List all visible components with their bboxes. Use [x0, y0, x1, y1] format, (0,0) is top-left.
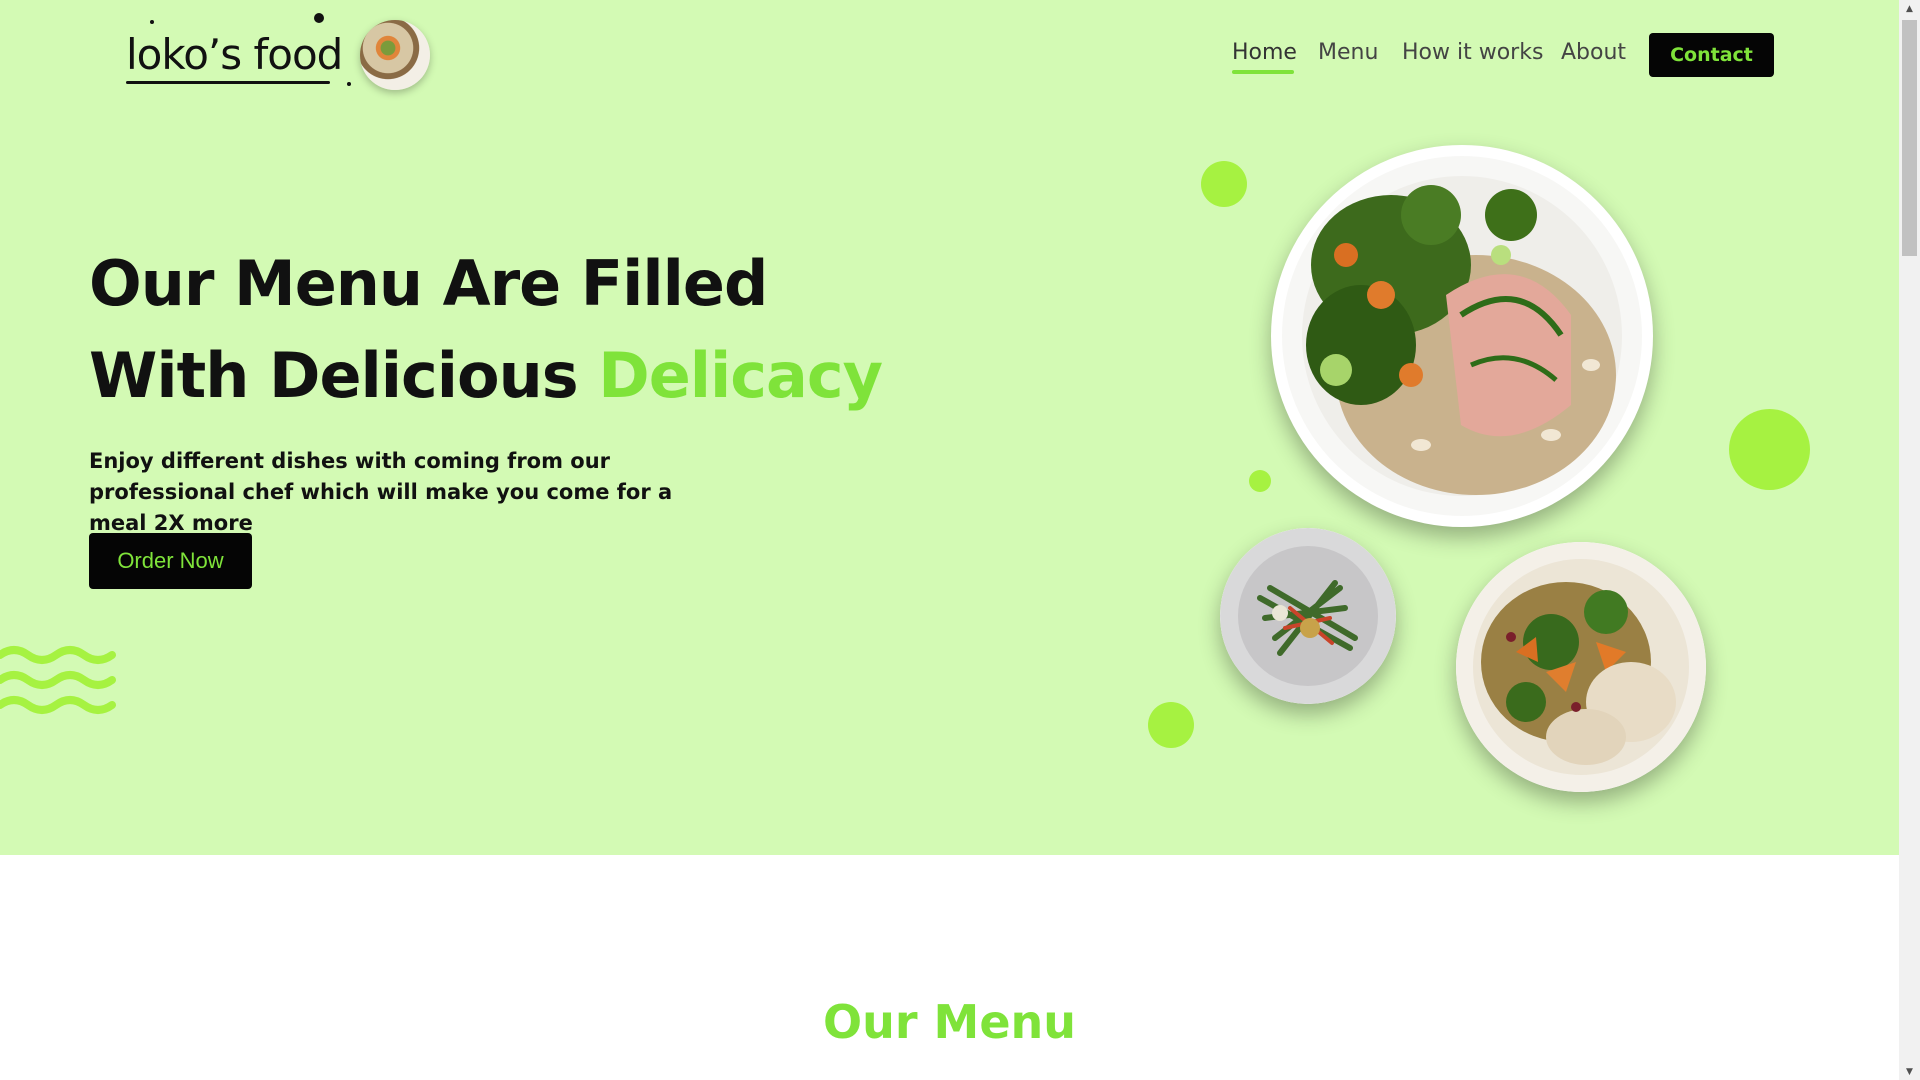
nav-link-home[interactable]: Home	[1232, 40, 1297, 65]
nav-active-indicator	[1232, 70, 1294, 74]
salmon-plate-image	[1271, 145, 1653, 527]
scroll-up-arrow-icon[interactable]: ▲	[1899, 0, 1920, 17]
hero-headline: Our Menu Are Filled With Delicious Delic…	[89, 238, 883, 422]
hero-section: loko’s food Home Menu How it works About…	[0, 0, 1899, 855]
contact-button[interactable]: Contact	[1649, 33, 1774, 77]
headline-line-1: Our Menu Are Filled	[89, 247, 768, 320]
order-now-button[interactable]: Order Now	[89, 533, 252, 589]
brand-name: loko’s food	[126, 30, 343, 79]
page-scrollbar[interactable]: ▲ ▼	[1899, 0, 1920, 1080]
logo-underline	[126, 81, 330, 84]
wave-decoration-icon	[0, 646, 116, 714]
brand-logo[interactable]: loko’s food	[120, 8, 440, 94]
decorative-bubble	[1249, 470, 1271, 492]
green-beans-plate-image	[1220, 528, 1396, 704]
scroll-down-arrow-icon[interactable]: ▼	[1899, 1063, 1920, 1080]
decorative-bubble	[1201, 161, 1247, 207]
our-menu-heading: Our Menu	[822, 995, 1077, 1049]
decorative-bubble	[1729, 409, 1810, 490]
nav-link-how-it-works[interactable]: How it works	[1402, 40, 1543, 65]
headline-line-2: With Delicious	[89, 339, 599, 412]
nav-link-menu[interactable]: Menu	[1318, 40, 1378, 65]
scrollbar-thumb[interactable]	[1902, 20, 1917, 256]
nav-link-about[interactable]: About	[1561, 40, 1626, 65]
hero-subtext: Enjoy different dishes with coming from …	[89, 449, 673, 535]
decorative-bubble	[1148, 702, 1194, 748]
page: loko’s food Home Menu How it works About…	[0, 0, 1899, 1080]
logo-food-plate-image	[360, 20, 430, 90]
logo-dot-decoration	[150, 20, 154, 24]
headline-accent-word: Delicacy	[598, 339, 883, 412]
logo-dot-decoration	[314, 13, 324, 23]
chicken-vegetables-plate-image	[1456, 542, 1706, 792]
logo-dot-decoration	[347, 82, 351, 86]
